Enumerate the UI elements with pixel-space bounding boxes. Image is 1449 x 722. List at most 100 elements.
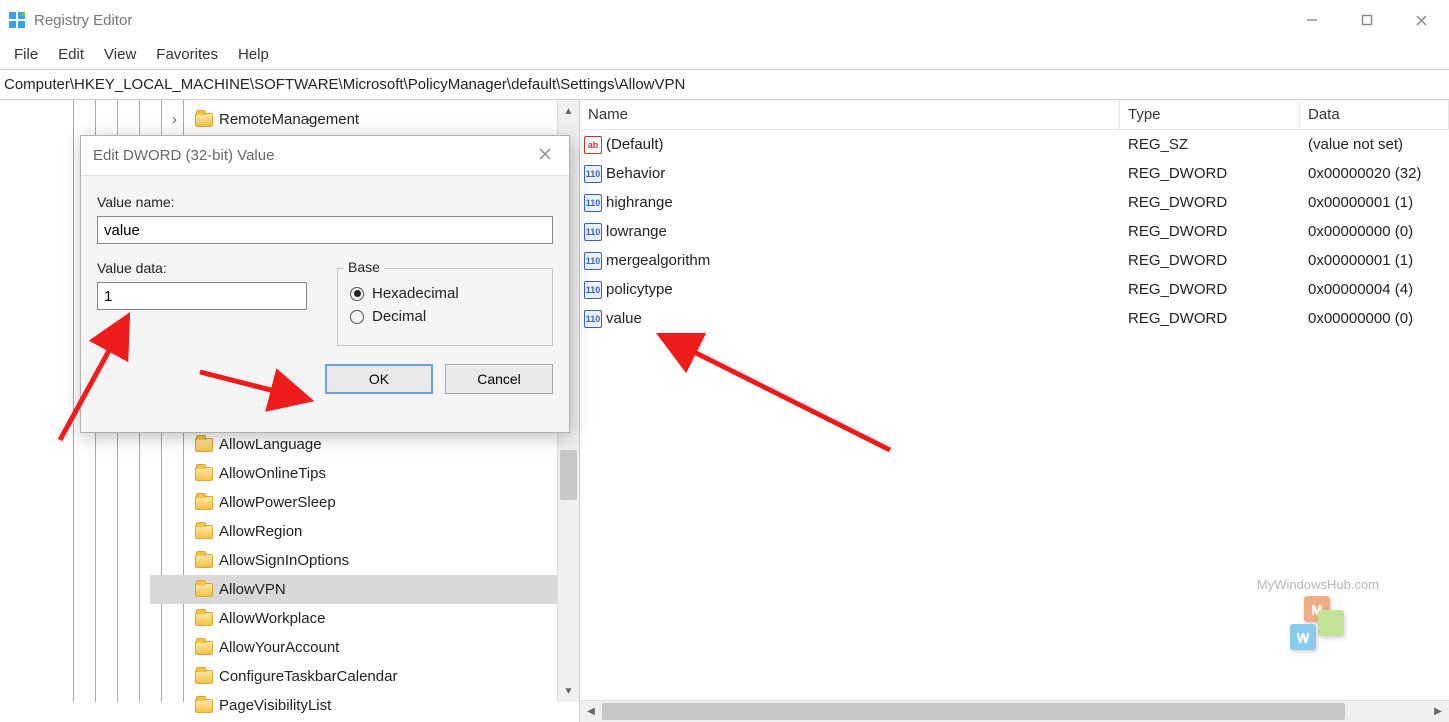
radio-decimal[interactable]: Decimal — [350, 308, 540, 325]
base-fieldset: Base Hexadecimal Decimal — [337, 268, 553, 346]
folder-icon — [195, 467, 213, 481]
registry-value-row[interactable]: 110Behavior REG_DWORD0x00000020 (32) — [580, 159, 1449, 188]
watermark-logo-icon: MW — [1290, 596, 1346, 652]
cancel-button[interactable]: Cancel — [445, 364, 553, 394]
registry-value-row[interactable]: 110mergealgorithmREG_DWORD0x00000001 (1) — [580, 246, 1449, 275]
tree-node-allowyouraccount[interactable]: AllowYourAccount — [150, 633, 557, 662]
column-header-type[interactable]: Type — [1120, 100, 1300, 129]
chevron-right-icon[interactable]: › — [172, 111, 177, 128]
folder-icon — [195, 496, 213, 510]
value-data: (value not set) — [1300, 136, 1449, 153]
address-bar[interactable]: Computer\HKEY_LOCAL_MACHINE\SOFTWARE\Mic… — [0, 70, 1449, 100]
base-legend: Base — [344, 259, 384, 275]
value-name: value — [606, 310, 642, 327]
tree-node-allowregion[interactable]: AllowRegion — [150, 517, 557, 546]
scroll-thumb[interactable] — [602, 703, 1345, 720]
tree-node-label: AllowLanguage — [219, 436, 322, 453]
maximize-button[interactable] — [1339, 0, 1394, 40]
radio-icon — [350, 287, 364, 301]
tree-node-allowlanguage[interactable]: AllowLanguage — [150, 430, 557, 459]
registry-value-row[interactable]: 110valueREG_DWORD0x00000000 (0) — [580, 304, 1449, 333]
folder-icon — [195, 641, 213, 655]
value-type: REG_SZ — [1120, 136, 1300, 153]
menu-view[interactable]: View — [94, 42, 146, 67]
folder-icon — [195, 699, 213, 713]
tree-node-allowonlinetips[interactable]: AllowOnlineTips — [150, 459, 557, 488]
tree-node-label: AllowRegion — [219, 523, 302, 540]
menu-favorites[interactable]: Favorites — [146, 42, 228, 67]
window-controls — [1284, 0, 1449, 40]
value-name: highrange — [606, 194, 673, 211]
registry-value-row[interactable]: 110policytypeREG_DWORD0x00000004 (4) — [580, 275, 1449, 304]
window-title: Registry Editor — [34, 12, 1284, 29]
value-data: 0x00000001 (1) — [1300, 252, 1449, 269]
minimize-button[interactable] — [1284, 0, 1339, 40]
value-data: 0x00000000 (0) — [1300, 223, 1449, 240]
address-path: Computer\HKEY_LOCAL_MACHINE\SOFTWARE\Mic… — [4, 76, 685, 93]
watermark-text: MyWindowsHub.com — [1257, 577, 1379, 592]
app-icon — [8, 11, 26, 29]
value-type: REG_DWORD — [1120, 194, 1300, 211]
ok-button[interactable]: OK — [325, 364, 433, 394]
reg-dword-icon: 110 — [584, 223, 602, 241]
value-data-input[interactable] — [97, 282, 307, 310]
tree-node-label: AllowYourAccount — [219, 639, 339, 656]
value-name-input[interactable] — [97, 216, 553, 244]
value-data: 0x00000004 (4) — [1300, 281, 1449, 298]
dialog-title: Edit DWORD (32-bit) Value — [93, 147, 533, 164]
folder-icon — [195, 525, 213, 539]
radio-hex-label: Hexadecimal — [372, 285, 459, 302]
titlebar: Registry Editor — [0, 0, 1449, 40]
tree-node-allowsigninoptions[interactable]: AllowSignInOptions — [150, 546, 557, 575]
radio-hexadecimal[interactable]: Hexadecimal — [350, 285, 540, 302]
edit-dword-dialog: Edit DWORD (32-bit) Value Value name: Va… — [80, 135, 570, 433]
tree-node-allowworkplace[interactable]: AllowWorkplace — [150, 604, 557, 633]
value-type: REG_DWORD — [1120, 310, 1300, 327]
radio-icon — [350, 310, 364, 324]
value-data: 0x00000000 (0) — [1300, 310, 1449, 327]
tree-node-allowpowersleep[interactable]: AllowPowerSleep — [150, 488, 557, 517]
value-name: Behavior — [606, 165, 665, 182]
watermark: MyWindowsHub.com MW — [1257, 577, 1379, 652]
reg-dword-icon: 110 — [584, 165, 602, 183]
value-data: 0x00000020 (32) — [1300, 165, 1449, 182]
menu-edit[interactable]: Edit — [48, 42, 94, 67]
value-name-label: Value name: — [97, 194, 553, 210]
tree-node-allowvpn[interactable]: AllowVPN — [150, 575, 557, 604]
close-button[interactable] — [1394, 0, 1449, 40]
list-horizontal-scrollbar[interactable]: ◀ ▶ — [580, 700, 1449, 722]
folder-icon — [195, 612, 213, 626]
reg-dword-icon: 110 — [584, 252, 602, 270]
value-name: lowrange — [606, 223, 667, 240]
scroll-left-icon[interactable]: ◀ — [580, 706, 602, 717]
tree-node-pagevisibilitylist[interactable]: PageVisibilityList — [150, 691, 557, 720]
folder-icon — [195, 554, 213, 568]
folder-icon — [195, 438, 213, 452]
value-type: REG_DWORD — [1120, 165, 1300, 182]
list-header: Name Type Data — [580, 100, 1449, 130]
registry-value-row[interactable]: 110lowrange REG_DWORD0x00000000 (0) — [580, 217, 1449, 246]
registry-value-row[interactable]: ab(Default) REG_SZ(value not set) — [580, 130, 1449, 159]
column-header-data[interactable]: Data — [1300, 100, 1449, 129]
value-name: (Default) — [606, 136, 664, 153]
column-header-name[interactable]: Name — [580, 100, 1120, 129]
reg-dword-icon: 110 — [584, 281, 602, 299]
tree-node-configuretaskbarcalendar[interactable]: ConfigureTaskbarCalendar — [150, 662, 557, 691]
tree-node-label: AllowOnlineTips — [219, 465, 326, 482]
dialog-titlebar[interactable]: Edit DWORD (32-bit) Value — [81, 136, 569, 176]
menu-help[interactable]: Help — [228, 42, 279, 67]
menu-file[interactable]: File — [4, 42, 48, 67]
folder-icon — [195, 113, 213, 127]
reg-sz-icon: ab — [584, 136, 602, 154]
scroll-down-icon[interactable]: ▼ — [558, 680, 579, 702]
dialog-close-button[interactable] — [533, 145, 557, 166]
folder-icon — [195, 583, 213, 597]
tree-node-remotemanagement[interactable]: › RemoteManagement — [150, 105, 557, 134]
scroll-up-icon[interactable]: ▲ — [558, 100, 579, 122]
scroll-right-icon[interactable]: ▶ — [1427, 706, 1449, 717]
scroll-thumb[interactable] — [560, 450, 577, 500]
value-type: REG_DWORD — [1120, 223, 1300, 240]
tree-node-label: RemoteManagement — [219, 111, 359, 128]
registry-value-row[interactable]: 110highrangeREG_DWORD0x00000001 (1) — [580, 188, 1449, 217]
tree-node-label: AllowVPN — [219, 581, 286, 598]
